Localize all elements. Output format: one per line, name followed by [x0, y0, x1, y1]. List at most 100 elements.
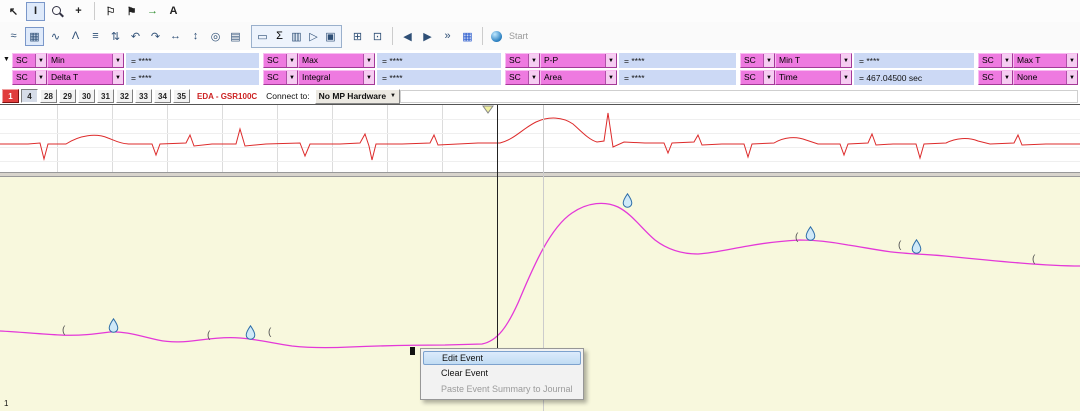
copy-icon[interactable]: ⊡: [369, 28, 386, 45]
measurement-channel-select[interactable]: SC ▼: [263, 53, 298, 68]
find-icon[interactable]: ◎: [207, 28, 224, 45]
selected-event-marker[interactable]: [410, 347, 415, 355]
measurement-function-select[interactable]: Max ▼: [298, 53, 375, 68]
channel-code: SC: [267, 73, 279, 82]
sum-icon[interactable]: Σ: [271, 28, 288, 45]
channel-button-30[interactable]: 30: [78, 89, 95, 103]
chevron-down-icon: ▼: [1001, 54, 1012, 67]
eda-channel-plot[interactable]: (((((( 1 Edit Event Clear Event Paste Ev…: [0, 177, 1080, 411]
play-icon[interactable]: ▶: [419, 28, 436, 45]
vertical-autoscale-icon[interactable]: ↕: [187, 28, 204, 45]
event-context-menu: Edit Event Clear Event Paste Event Summa…: [420, 348, 584, 400]
horizontal-autoscale-icon[interactable]: ↔: [167, 28, 184, 45]
chevron-down-icon: ▼: [605, 71, 616, 84]
function-name: Max T: [1017, 56, 1041, 65]
zoom-back-icon[interactable]: ↶: [127, 28, 144, 45]
measurement-function-select[interactable]: Area ▼: [540, 70, 617, 85]
channel-button-34[interactable]: 34: [154, 89, 171, 103]
channel-button-28[interactable]: 28: [40, 89, 57, 103]
zoom-tool-icon[interactable]: [49, 3, 66, 20]
measurement-function-select[interactable]: Min ▼: [47, 53, 124, 68]
chevron-down-icon: ▼: [1066, 71, 1077, 84]
step-back-icon[interactable]: ◀: [399, 28, 416, 45]
stack-charts-icon[interactable]: ⇅: [107, 28, 124, 45]
hardware-select[interactable]: No MP Hardware ▼: [314, 88, 400, 104]
menu-item-paste-event-summary[interactable]: Paste Event Summary to Journal: [423, 381, 581, 397]
measurement-function-select[interactable]: Max T ▼: [1013, 53, 1078, 68]
channel-button-31[interactable]: 31: [97, 89, 114, 103]
time-marker-icon[interactable]: [482, 105, 494, 114]
measurement-tools-group: ▭ Σ ▥ ▷ ▣: [251, 24, 342, 48]
ecg-trace: [0, 112, 1080, 161]
event-text-strip[interactable]: [400, 90, 1078, 103]
measurement-function-select[interactable]: Time ▼: [775, 70, 852, 85]
measurement-function-select[interactable]: None ▼: [1013, 70, 1078, 85]
measurement-channel-select[interactable]: SC ▼: [978, 70, 1013, 85]
measurement-channel-select[interactable]: SC ▼: [740, 70, 775, 85]
chevron-down-icon: ▼: [363, 71, 374, 84]
menu-item-clear-event[interactable]: Clear Event: [423, 365, 581, 381]
toolbar-separator: [94, 2, 95, 20]
grid-display-icon[interactable]: ▦: [25, 26, 44, 46]
start-button[interactable]: Start: [509, 31, 528, 41]
spike-train-icon[interactable]: Λ: [67, 28, 84, 45]
connect-to-label: Connect to:: [266, 91, 310, 101]
channel-button-35[interactable]: 35: [173, 89, 190, 103]
waveform-icon[interactable]: ∿: [47, 28, 64, 45]
measurement-channel-select[interactable]: SC ▼: [505, 53, 540, 68]
event-flag-icon[interactable]: ⚑: [123, 3, 140, 20]
measurement-function-select[interactable]: Min T ▼: [775, 53, 852, 68]
channel-name-label: EDA - GSR100C: [197, 91, 258, 101]
start-ball-icon: [491, 30, 502, 42]
event-flag-outline-icon[interactable]: ⚐: [102, 3, 119, 20]
channel-button-4[interactable]: 4: [21, 89, 38, 103]
toolbar-separator: [482, 27, 483, 45]
measurement-value: = ****: [619, 53, 736, 68]
hardware-select-value: No MP Hardware: [318, 91, 387, 101]
add-display-icon[interactable]: ⊞: [349, 28, 366, 45]
measurement-channel-select[interactable]: SC ▼: [978, 53, 1013, 68]
channel-code: SC: [16, 56, 28, 65]
function-name: P-P: [544, 56, 559, 65]
measurement-cell: SC ▼ Area ▼ = ****: [505, 70, 736, 85]
fast-forward-icon[interactable]: »: [439, 28, 456, 45]
tile-windows-icon[interactable]: ≡: [87, 28, 104, 45]
collapse-measurements-icon[interactable]: ▼: [3, 56, 10, 63]
chevron-down-icon: ▼: [840, 71, 851, 84]
channel-code: SC: [982, 56, 994, 65]
measurement-channel-select[interactable]: SC ▼: [12, 70, 47, 85]
journal-icon[interactable]: ▣: [322, 28, 339, 45]
crosshair-tool-icon[interactable]: +: [70, 3, 87, 20]
measurement-function-select[interactable]: Delta T ▼: [47, 70, 124, 85]
display-toolbar: ≈ ▦ ∿ Λ ≡ ⇅ ↶ ↷ ↔ ↕ ◎ ▤ ▭ Σ ▥ ▷ ▣ ⊞ ⊡ ◀ …: [0, 22, 1080, 51]
channel-button-1[interactable]: 1: [2, 89, 19, 103]
cursor-arrow-icon[interactable]: ↖: [5, 3, 22, 20]
tool-toolbar: ↖ I + ⚐ ⚑ → A: [0, 0, 1080, 22]
channel-button-33[interactable]: 33: [135, 89, 152, 103]
marker-icon[interactable]: ▷: [305, 28, 322, 45]
data-table-icon[interactable]: ▥: [288, 28, 305, 45]
measurement-value: = ****: [619, 70, 736, 85]
measurement-function-select[interactable]: Integral ▼: [298, 70, 375, 85]
zoom-forward-icon[interactable]: ↷: [147, 28, 164, 45]
overlap-waves-icon[interactable]: ≈: [5, 28, 22, 45]
measurement-function-select[interactable]: P-P ▼: [540, 53, 617, 68]
measurement-channel-select[interactable]: SC ▼: [12, 53, 47, 68]
channel-button-32[interactable]: 32: [116, 89, 133, 103]
display-grid-icon[interactable]: ▦: [459, 28, 476, 45]
function-name: Max: [302, 56, 319, 65]
next-event-icon[interactable]: →: [144, 3, 161, 20]
annotation-tool-icon[interactable]: A: [165, 3, 182, 20]
measurement-channel-select[interactable]: SC ▼: [505, 70, 540, 85]
function-name: Area: [544, 73, 562, 82]
ibeam-tool-icon[interactable]: I: [26, 1, 45, 21]
print-icon[interactable]: ▤: [227, 28, 244, 45]
function-name: Integral: [302, 73, 331, 82]
measurement-boxes-icon[interactable]: ▭: [254, 28, 271, 45]
measurement-channel-select[interactable]: SC ▼: [740, 53, 775, 68]
measurement-value: = ****: [126, 53, 259, 68]
measurement-channel-select[interactable]: SC ▼: [263, 70, 298, 85]
ecg-channel-plot[interactable]: [0, 104, 1080, 173]
menu-item-edit-event[interactable]: Edit Event: [423, 351, 581, 365]
channel-button-29[interactable]: 29: [59, 89, 76, 103]
